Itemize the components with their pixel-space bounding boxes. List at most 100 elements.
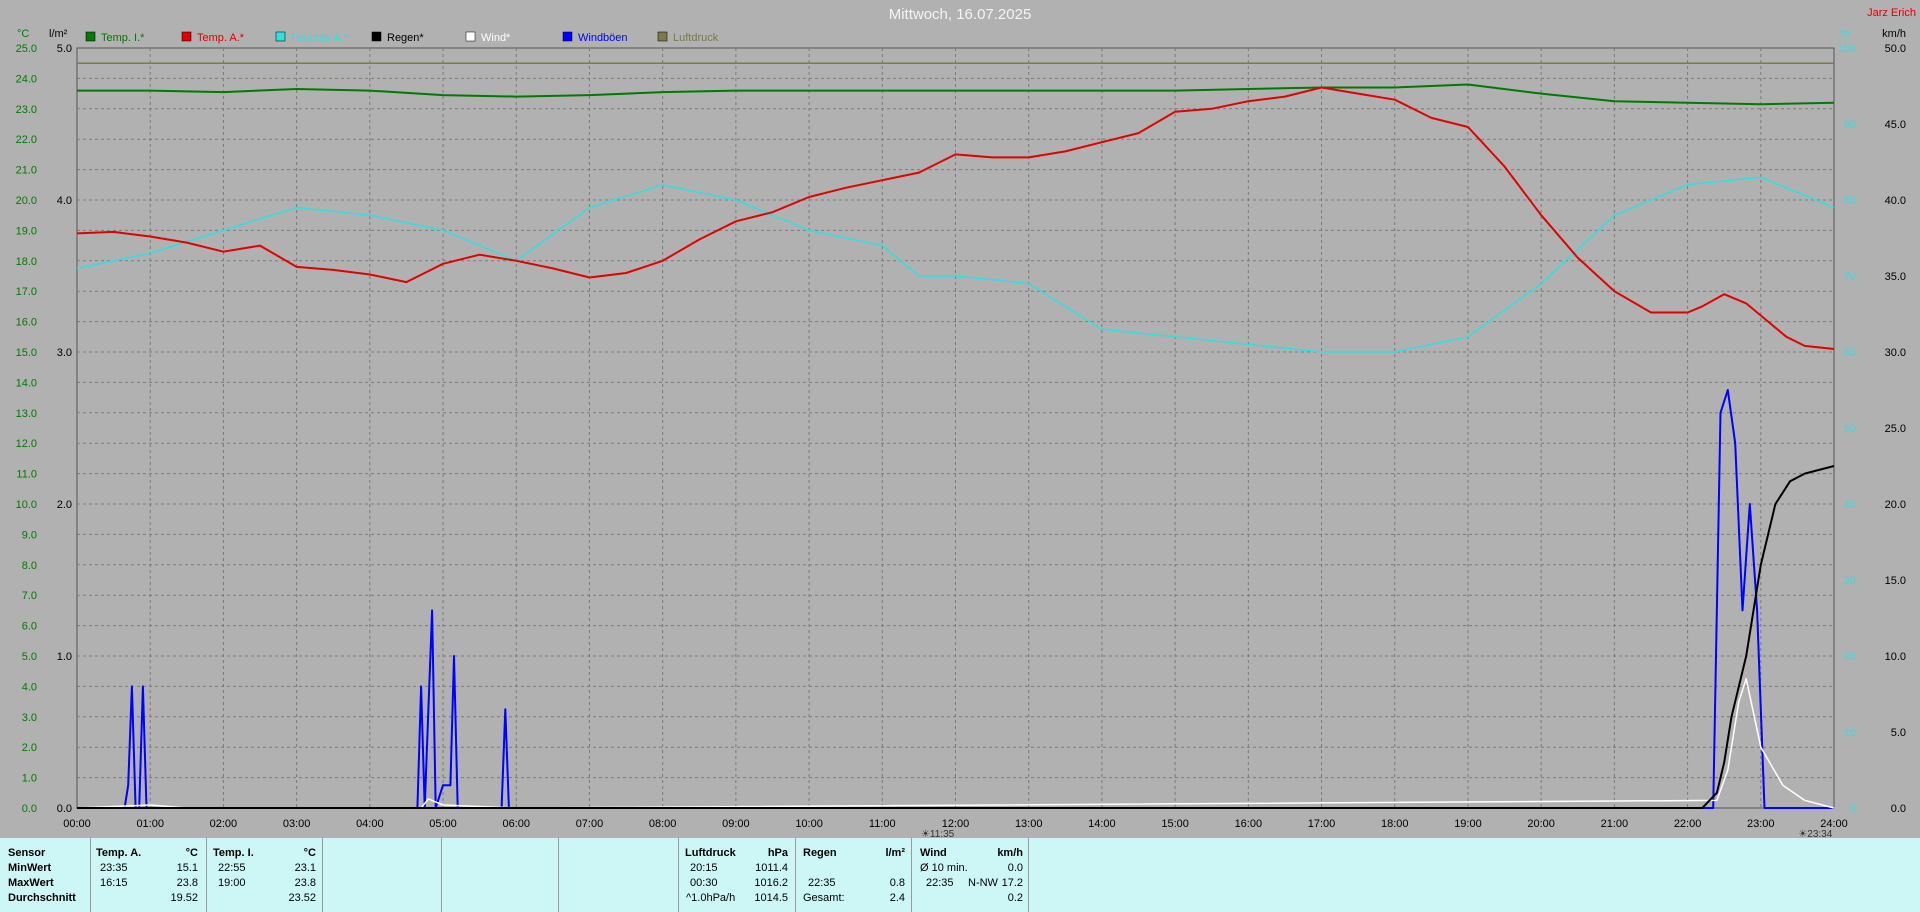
row-label-min: MinWert	[8, 862, 52, 874]
temp-tick-label: 20.0	[16, 195, 37, 207]
wind-tick-label: 5.0	[1891, 727, 1906, 739]
pressure-header: Luftdruck	[685, 847, 736, 859]
wind-tick-label: 35.0	[1885, 271, 1906, 283]
temp-tick-label: 21.0	[16, 165, 37, 177]
legend-swatch	[85, 31, 96, 42]
temp-a-avg-value: 19.52	[170, 892, 198, 904]
wind-tick-label: 20.0	[1885, 499, 1906, 511]
temp-tick-label: 25.0	[16, 43, 37, 55]
pressure-avg-value: 1014.5	[754, 892, 788, 904]
marker-label: ☀23:34	[1798, 829, 1832, 838]
wind-tick-label: 30.0	[1885, 347, 1906, 359]
rain-tick-label: 2.0	[57, 499, 72, 511]
temp-tick-label: 12.0	[16, 438, 37, 450]
time-tick-label: 20:00	[1527, 818, 1555, 830]
time-tick-label: 21:00	[1601, 818, 1629, 830]
time-tick-label: 03:00	[283, 818, 311, 830]
temp-tick-label: 2.0	[22, 742, 37, 754]
rain-unit: l/m²	[885, 847, 905, 859]
axis-unit-rain: l/m²	[49, 28, 68, 40]
legend-label: Windböen	[578, 32, 628, 44]
marker-label: ☀11:35	[921, 829, 955, 838]
chart-area: Mittwoch, 16.07.2025 Jarz Erich °C l/m² …	[0, 0, 1920, 838]
time-tick-label: 04:00	[356, 818, 384, 830]
time-tick-label: 09:00	[722, 818, 750, 830]
temp-tick-label: 0.0	[22, 803, 37, 815]
temp-tick-label: 17.0	[16, 286, 37, 298]
humidity-tick-label: 50	[1844, 423, 1856, 435]
humidity-tick-label: 10	[1844, 727, 1856, 739]
stats-panel: Sensor MinWert MaxWert Durchschnitt Temp…	[0, 838, 1920, 912]
legend-label: Temp. I.*	[101, 32, 145, 44]
temp-i-header: Temp. I.	[213, 847, 254, 859]
wind-tick-label: 15.0	[1885, 575, 1906, 587]
humidity-tick-label: 70	[1844, 271, 1856, 283]
corner-label: Jarz Erich	[1867, 7, 1916, 19]
axis-unit-wind: km/h	[1882, 28, 1906, 40]
temp-tick-label: 5.0	[22, 651, 37, 663]
rain-total-value: 2.4	[889, 892, 905, 904]
pressure-min-value: 1011.4	[755, 862, 788, 874]
temp-tick-label: 9.0	[22, 529, 37, 541]
temp-tick-label: 15.0	[16, 347, 37, 359]
humidity-tick-label: 0	[1850, 803, 1856, 815]
time-tick-label: 07:00	[576, 818, 604, 830]
time-tick-label: 13:00	[1015, 818, 1043, 830]
temp-tick-label: 18.0	[16, 256, 37, 268]
temp-i-max-time: 19:00	[218, 877, 246, 889]
pressure-trend-label: ^1.0hPa/h	[686, 892, 736, 904]
legend-swatch	[657, 31, 668, 42]
temp-tick-label: 7.0	[22, 590, 37, 602]
row-label-max: MaxWert	[8, 877, 54, 889]
humidity-tick-label: 60	[1844, 347, 1856, 359]
legend-swatch	[275, 31, 286, 42]
time-tick-label: 01:00	[136, 818, 164, 830]
humidity-tick-label: 30	[1844, 575, 1856, 587]
temp-tick-label: 24.0	[16, 73, 37, 85]
humidity-tick-label: 100	[1838, 43, 1856, 55]
wind-tick-label: 0.0	[1891, 803, 1906, 815]
pressure-min-time: 20:15	[690, 862, 718, 874]
legend-label: Wind*	[481, 32, 511, 44]
rain-tick-label: 0.0	[57, 803, 72, 815]
wind-unit: km/h	[997, 847, 1023, 859]
pressure-max-value: 1016.2	[754, 877, 788, 889]
sensor-header: Sensor	[8, 847, 46, 859]
pressure-max-time: 00:30	[690, 877, 718, 889]
temp-a-max-value: 23.8	[176, 877, 198, 889]
wind-max-time: 22:35	[926, 877, 954, 889]
wind-tick-label: 40.0	[1885, 195, 1906, 207]
legend-swatch	[181, 31, 192, 42]
wind-avg-value: 0.2	[1007, 892, 1023, 904]
humidity-tick-label: 90	[1844, 119, 1856, 131]
temp-tick-label: 8.0	[22, 560, 37, 572]
wind-avg10-value: 0.0	[1007, 862, 1023, 874]
legend-swatch	[465, 31, 476, 42]
temp-tick-label: 10.0	[16, 499, 37, 511]
time-tick-label: 18:00	[1381, 818, 1409, 830]
rain-header: Regen	[803, 847, 837, 859]
time-tick-label: 23:00	[1747, 818, 1775, 830]
temp-tick-label: 11.0	[16, 469, 37, 481]
rain-total-label: Gesamt:	[803, 892, 845, 904]
temp-a-min-time: 23:35	[100, 862, 128, 874]
temp-i-unit: °C	[303, 847, 316, 859]
time-tick-label: 19:00	[1454, 818, 1482, 830]
row-label-avg: Durchschnitt	[8, 892, 76, 904]
wind-tick-label: 25.0	[1885, 423, 1906, 435]
humidity-tick-label: 20	[1844, 651, 1856, 663]
legend-label: Feuchte A.*	[291, 32, 349, 44]
temp-i-min-time: 22:55	[218, 862, 246, 874]
time-tick-label: 06:00	[502, 818, 530, 830]
time-tick-label: 15:00	[1161, 818, 1189, 830]
temp-i-avg-value: 23.52	[288, 892, 316, 904]
temp-tick-label: 14.0	[16, 377, 37, 389]
temp-a-min-value: 15.1	[176, 862, 198, 874]
temp-tick-label: 3.0	[22, 712, 37, 724]
temp-tick-label: 16.0	[16, 317, 37, 329]
temp-tick-label: 19.0	[16, 225, 37, 237]
rain-tick-label: 1.0	[57, 651, 72, 663]
wind-tick-label: 50.0	[1885, 43, 1906, 55]
wind-header: Wind	[920, 847, 947, 859]
legend-label: Luftdruck	[673, 32, 719, 44]
